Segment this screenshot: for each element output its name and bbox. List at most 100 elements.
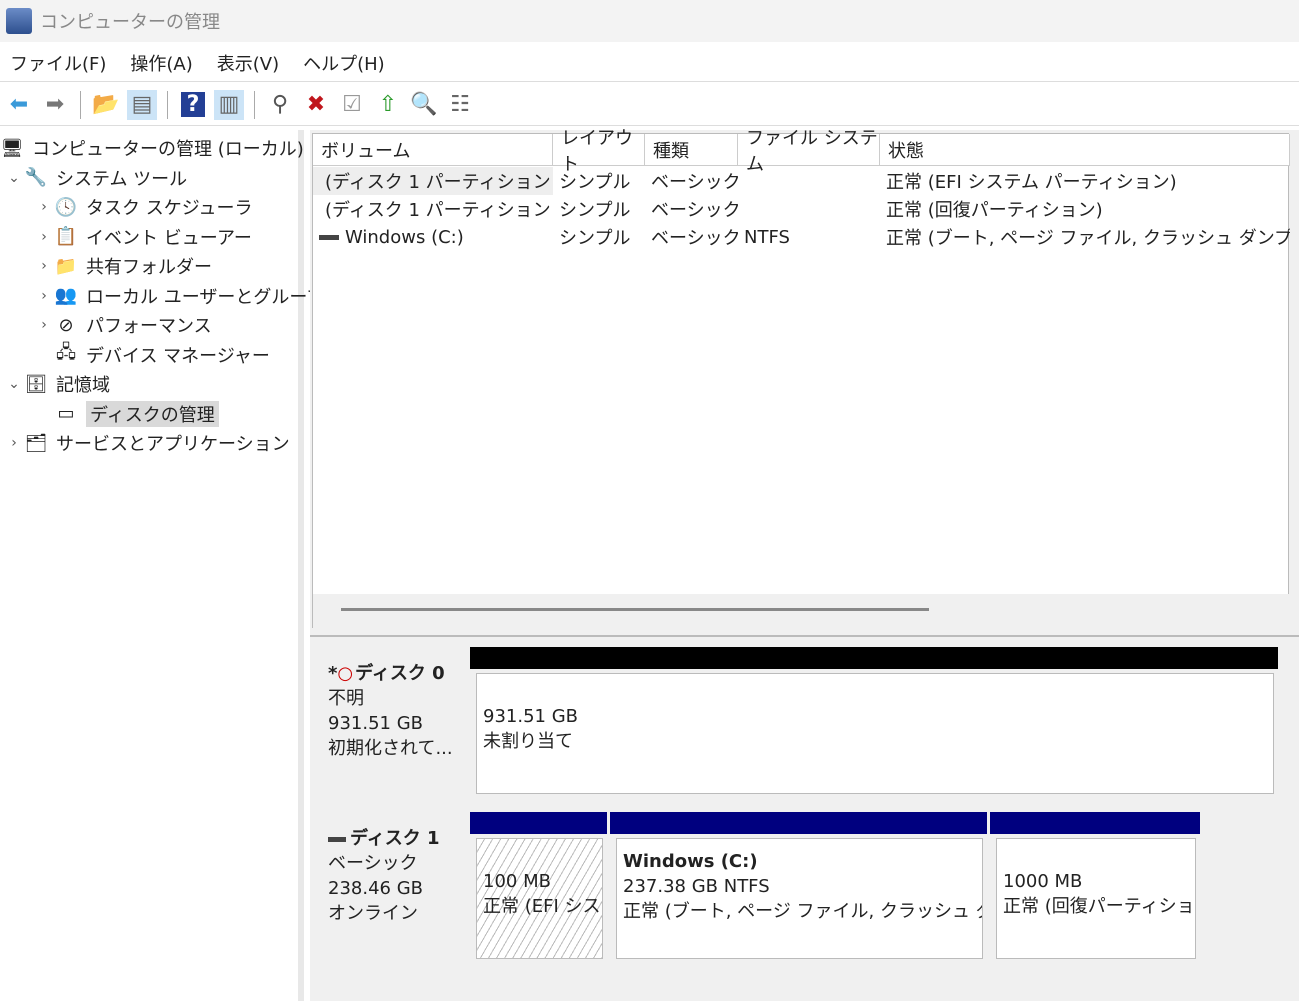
chevron-icon[interactable]: ⌄ <box>4 170 24 186</box>
tree-item-label: システム ツール <box>56 168 188 190</box>
partition-size: 237.38 GB NTFS <box>623 876 770 897</box>
tree-item[interactable]: › 📋 イベント ビューアー <box>34 223 252 251</box>
disk-name: *○ ディスク 0 <box>328 661 468 686</box>
table-cell <box>738 195 880 223</box>
delete-button[interactable]: ✖ <box>301 90 331 120</box>
partition-block[interactable]: 100 MB 正常 (EFI シス <box>476 838 603 959</box>
users-icon: 👥 <box>54 285 78 306</box>
tree-item-label: パフォーマンス <box>86 316 212 337</box>
title-bar: コンピューターの管理 <box>0 0 1299 42</box>
chevron-icon[interactable]: › <box>34 199 54 215</box>
scrollbar-thumb[interactable] <box>341 608 929 611</box>
tree-item[interactable]: ▭ ディスクの管理 <box>34 400 219 428</box>
column-header[interactable]: ファイル システム <box>738 128 880 175</box>
chevron-icon[interactable]: › <box>34 258 54 274</box>
column-header[interactable]: レイアウト <box>553 128 645 175</box>
toolbar-separator <box>254 90 255 119</box>
table-cell: ベーシック <box>645 167 738 195</box>
chevron-icon[interactable]: › <box>4 435 24 451</box>
table-cell: Windows (C:) <box>313 223 553 251</box>
tree-item[interactable]: ⌄ 🗄 記憶域 <box>4 370 110 398</box>
properties-button[interactable]: ☑ <box>337 90 367 120</box>
table-cell: 正常 (回復パーティション) <box>880 195 1290 223</box>
storage-icon: 🗄 <box>24 373 48 395</box>
tree-item[interactable]: › 👥 ローカル ユーザーとグループ <box>34 282 324 310</box>
partition-size: 100 MB <box>483 871 551 892</box>
show-action-pane-icon: ▥ <box>218 92 240 117</box>
tree-item[interactable]: › ⊘ パフォーマンス <box>34 311 212 339</box>
chevron-icon[interactable]: ⌄ <box>4 376 24 392</box>
chevron-icon[interactable]: › <box>34 317 54 333</box>
tree-item[interactable]: › 🕓 タスク スケジューラ <box>34 193 252 221</box>
cell-text: 正常 (ブート, ページ ファイル, クラッシュ ダンプ, ベーシック データ … <box>886 228 1290 249</box>
cell-text: シンプル <box>559 200 631 221</box>
column-header[interactable]: ボリューム <box>313 134 553 166</box>
unallocated-region[interactable]: 931.51 GB 未割り当て <box>476 673 1274 794</box>
disk-icon <box>328 836 346 842</box>
menu-help[interactable]: ヘルプ(H) <box>303 50 385 76</box>
toolbar-separator <box>167 90 168 119</box>
tree-item[interactable]: › 📁 共有フォルダー <box>34 252 212 280</box>
cell-text: (ディスク 1 パーティション 4) <box>325 200 553 221</box>
back-arrow-button[interactable]: ⬅ <box>4 90 34 120</box>
show-hide-tree-icon: ▤ <box>131 92 153 117</box>
menu-file[interactable]: ファイル(F) <box>10 50 106 76</box>
tree-item[interactable]: ⌄ 🔧 システム ツール <box>4 164 187 192</box>
disk-prefix: * <box>328 663 338 684</box>
table-row[interactable]: Windows (C:) シンプル ベーシック NTFS 正常 (ブート, ページ ファ… <box>313 223 1290 251</box>
partition-block[interactable]: Windows (C:) 237.38 GB NTFS 正常 (ブート, ページ フ… <box>616 838 983 959</box>
column-header[interactable]: 状態 <box>880 134 1290 166</box>
table-cell: ベーシック <box>645 195 738 223</box>
help-button[interactable]: ? <box>178 90 208 120</box>
partition-stripe <box>610 812 987 834</box>
disk-status: 初期化されて... <box>328 738 453 759</box>
chevron-icon[interactable]: › <box>34 288 54 304</box>
partition-block[interactable]: 1000 MB 正常 (回復パーティション) <box>996 838 1196 959</box>
tree-item[interactable]: › 🗂 サービスとアプリケーション <box>4 429 290 457</box>
table-row[interactable]: (ディスク 1 パーティション 4) シンプル ベーシック 正常 (回復パーティション… <box>313 195 1290 223</box>
disk-status: オンライン <box>328 903 418 924</box>
tree-item-label: ディスクの管理 <box>86 400 219 427</box>
disk-size: 238.46 GB <box>328 878 424 899</box>
table-cell: シンプル <box>553 223 645 251</box>
window-title: コンピューターの管理 <box>40 12 220 33</box>
disk-type: 不明 <box>328 688 364 709</box>
tree-item-label: サービスとアプリケーション <box>56 434 290 455</box>
right-pane: ボリューム レイアウト 種類 ファイル システム 状態 (ディスク 1 パーティション 1… <box>310 128 1299 1001</box>
partition-size: 1000 MB <box>1003 871 1083 892</box>
unallocated-stripe <box>470 647 1278 669</box>
show-action-pane-button[interactable]: ▥ <box>214 89 244 120</box>
show-hide-tree-button[interactable]: ▤ <box>127 89 157 120</box>
toolbar: ⬅ ➡ 📂 ▤? ▥ ⚲ ✖ ☑ ⇧ 🔍 ☷ <box>0 84 1299 126</box>
disk-label[interactable]: ディスク 1 ベーシック 238.46 GB オンライン <box>316 812 468 967</box>
menu-bar: ファイル(F) 操作(A) 表示(V) ヘルプ(H) <box>0 44 1299 82</box>
performance-icon: ⊘ <box>58 314 74 336</box>
horizontal-scrollbar[interactable] <box>313 594 1290 628</box>
tree-item[interactable]: 🖧 デバイス マネージャー <box>34 341 270 369</box>
tree-item-label: デバイス マネージャー <box>86 345 270 367</box>
tree-item-label: イベント ビューアー <box>86 227 252 249</box>
up-folder-button[interactable]: 📂 <box>91 90 121 120</box>
menu-action[interactable]: 操作(A) <box>130 50 192 76</box>
help-icon: ? <box>180 92 206 117</box>
settings-list-button[interactable]: ☷ <box>445 90 475 120</box>
chevron-icon[interactable]: › <box>34 229 54 245</box>
column-header[interactable]: 種類 <box>645 134 738 166</box>
disk-label[interactable]: *○ ディスク 0 不明 931.51 GB 初期化されて... <box>316 647 468 802</box>
menu-view[interactable]: 表示(V) <box>217 50 279 76</box>
search-folder-button[interactable]: 🔍 <box>409 90 439 120</box>
open-folder-button[interactable]: ⇧ <box>373 90 403 120</box>
up-folder-icon: 📂 <box>92 92 120 117</box>
partition-title: Windows (C:) <box>623 851 758 872</box>
computer-management-icon <box>6 8 32 34</box>
properties-icon: ☑ <box>342 92 362 117</box>
tree-item[interactable]: 🖥 コンピューターの管理 (ローカル) <box>0 134 304 162</box>
event-viewer-icon: 📋 <box>54 226 78 247</box>
connect-drive-button[interactable]: ⚲ <box>265 90 295 120</box>
connect-drive-icon: ⚲ <box>271 92 289 117</box>
forward-arrow-icon: ➡ <box>45 92 65 117</box>
forward-arrow-button[interactable]: ➡ <box>40 90 70 120</box>
tree-item-label: コンピューターの管理 (ローカル) <box>32 139 304 160</box>
table-row[interactable]: (ディスク 1 パーティション 1) シンプル ベーシック 正常 (EFI システム … <box>313 167 1290 195</box>
table-cell: NTFS <box>738 223 880 251</box>
